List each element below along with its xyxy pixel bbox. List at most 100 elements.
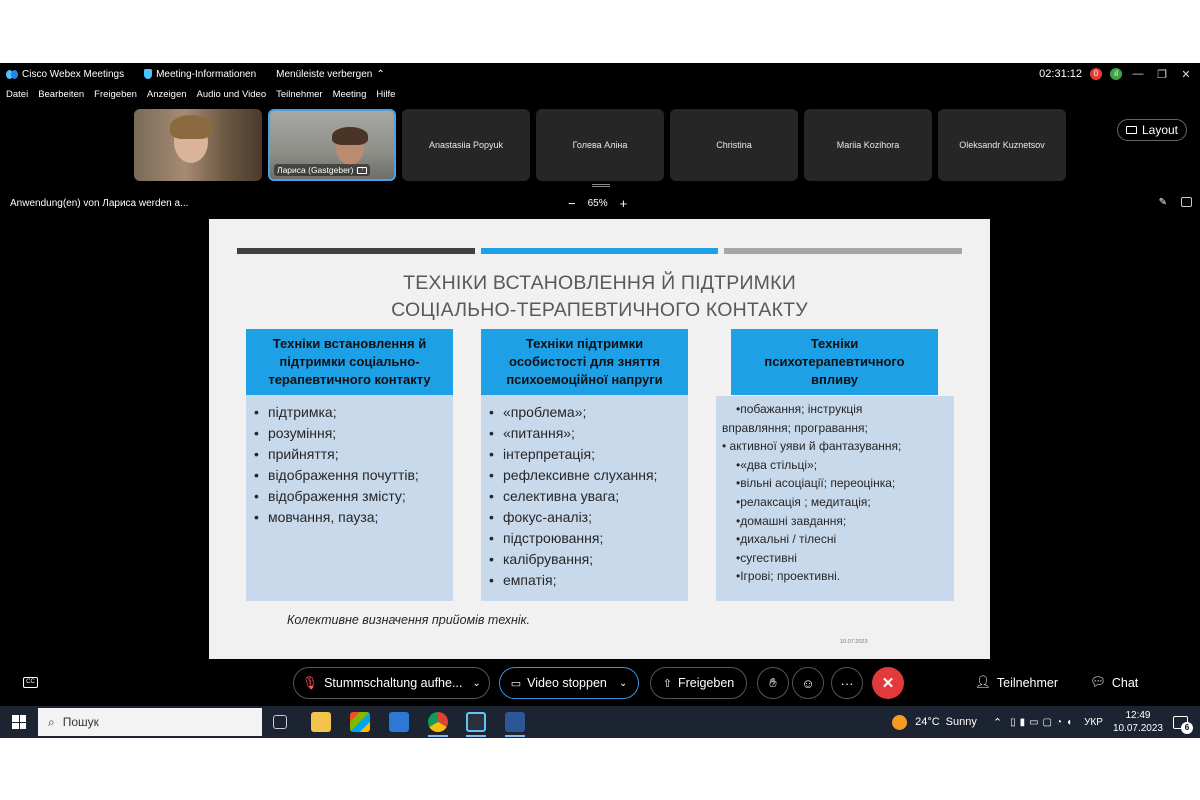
participant-tile[interactable]: Голева Аліна	[536, 109, 664, 181]
weather-temp[interactable]: 24°C	[915, 716, 940, 728]
notifications-icon[interactable]: 6	[1173, 715, 1193, 734]
list-item: розуміння;	[246, 423, 453, 444]
list-item: підтримка;	[246, 402, 453, 423]
menu-datei[interactable]: Datei	[6, 89, 28, 105]
tray-chevron-icon[interactable]: ⌃	[993, 716, 1002, 729]
webex-window: Cisco Webex Meetings Meeting-Information…	[0, 63, 1200, 738]
technique-line: •релаксація ; медитація;	[736, 494, 871, 509]
language-indicator[interactable]: УКР	[1084, 717, 1103, 728]
layout-button[interactable]: Layout	[1117, 119, 1187, 141]
unmute-button[interactable]: 🎙︎ Stummschaltung aufhe... ⌄	[293, 667, 490, 699]
webex-taskbar-icon[interactable]	[466, 712, 486, 732]
mail-icon[interactable]	[389, 712, 409, 732]
annotate-icon[interactable]: ✎	[1159, 197, 1167, 208]
store-icon[interactable]	[350, 712, 370, 732]
menu-teilnehmer[interactable]: Teilnehmer	[276, 89, 322, 105]
participant-video-host[interactable]: Лариса (Gastgeber) ↑	[268, 109, 396, 181]
more-icon: ···	[840, 675, 854, 691]
slide-bar-gray	[724, 248, 962, 254]
chat-label: Chat	[1111, 675, 1139, 690]
end-meeting-button[interactable]: ✕	[872, 667, 904, 699]
share-button[interactable]: ⇧ Freigeben	[650, 667, 747, 699]
camera-icon: ▭	[510, 677, 522, 690]
stop-video-button[interactable]: ▭ Video stoppen ⌄	[499, 667, 639, 699]
chrome-icon[interactable]	[428, 712, 448, 732]
technique-line: •«два стільці»;	[736, 457, 818, 472]
shield-icon	[144, 69, 153, 79]
technique-line: • активної уяви й фантазування;	[722, 439, 902, 454]
technique-list: «проблема»; «питання»; інтерпретація; ре…	[481, 402, 688, 591]
more-options-button[interactable]: ···	[831, 667, 863, 699]
column-heading: Техніки підтримки особистості для зняття…	[481, 329, 688, 395]
participant-name: Christina	[716, 140, 752, 150]
heading-line: впливу	[811, 372, 858, 387]
chrome-active-indicator	[428, 735, 448, 737]
participants-button[interactable]: 👤︎ Teilnehmer	[975, 675, 1058, 690]
weather-text[interactable]: Sunny	[946, 716, 977, 728]
hide-menu-label: Menüleiste verbergen	[276, 68, 373, 80]
menu-meeting[interactable]: Meeting	[333, 89, 367, 105]
weather-sun-icon	[892, 714, 908, 730]
participant-tile[interactable]: Oleksandr Kuznetsov	[938, 109, 1066, 181]
list-item: фокус-аналіз;	[481, 507, 688, 528]
meeting-info-label: Meeting-Informationen	[156, 68, 257, 80]
zoom-out-button[interactable]: −	[568, 196, 576, 211]
slide-title-line: ТЕХНІКИ ВСТАНОВЛЕННЯ Й ПІДТРИМКИ	[403, 272, 796, 294]
word-icon[interactable]	[505, 712, 525, 732]
meeting-info-button[interactable]: Meeting-Informationen	[144, 69, 256, 80]
taskbar-search[interactable]: ⌕ Пошук	[38, 708, 262, 736]
task-view-icon[interactable]	[273, 715, 287, 729]
list-item: прийняття;	[246, 444, 453, 465]
tray-icons[interactable]: ▯▮▭▢◔◖	[1010, 717, 1076, 728]
menu-anzeigen[interactable]: Anzeigen	[147, 89, 187, 105]
share-tools: ✎	[1159, 197, 1192, 208]
heading-line: Техніки підтримки	[525, 336, 644, 351]
minimize-button[interactable]: —	[1130, 68, 1146, 80]
heading-line: Техніки встановлення й	[272, 336, 427, 351]
close-icon: ✕	[881, 675, 895, 692]
list-item: емпатія;	[481, 570, 688, 591]
strip-resize-handle[interactable]	[592, 184, 610, 187]
participant-name: Oleksandr Kuznetsov	[959, 140, 1045, 150]
raise-hand-button[interactable]: ✋︎	[757, 667, 789, 699]
windows-start-icon[interactable]	[12, 715, 26, 729]
system-tray: 24°C Sunny ⌃ ▯▮▭▢◔◖ УКР 12:49 10.07.2023…	[892, 706, 1200, 738]
menu-bearbeiten[interactable]: Bearbeiten	[38, 89, 84, 105]
participant-video-self[interactable]	[134, 109, 262, 181]
participant-name: Голева Аліна	[572, 140, 628, 150]
file-explorer-icon[interactable]	[311, 712, 331, 732]
popout-icon[interactable]	[1181, 197, 1192, 207]
notification-count: 6	[1181, 721, 1193, 734]
participant-name: Mariia Kozihora	[836, 140, 900, 150]
captions-icon[interactable]: CC	[23, 677, 38, 688]
clock-date: 10.07.2023	[1112, 723, 1163, 734]
restore-button[interactable]: ❐	[1154, 68, 1170, 81]
hide-menu-button[interactable]: Menüleiste verbergen ⌃	[276, 69, 385, 80]
layout-label: Layout	[1141, 123, 1179, 137]
connection-signal-icon[interactable]: ıl	[1110, 68, 1122, 80]
participant-strip: Лариса (Gastgeber) ↑ Anastasiia Popyuk Г…	[134, 109, 1066, 181]
heading-line: підтримки соціально-	[279, 354, 420, 369]
technique-line: •вільні асоціації; переоцінка;	[736, 476, 896, 491]
search-icon: ⌕	[48, 714, 55, 729]
heading-line: психоемоційної напруги	[506, 372, 663, 387]
taskbar-clock[interactable]: 12:49 10.07.2023	[1113, 709, 1163, 735]
list-item: калібрування;	[481, 549, 688, 570]
zoom-level: 65%	[587, 198, 608, 209]
slide-bar-dark	[237, 248, 475, 254]
participant-tile[interactable]: Anastasiia Popyuk	[402, 109, 530, 181]
heading-line: особистості для зняття	[509, 354, 660, 369]
participant-tile[interactable]: Christina	[670, 109, 798, 181]
close-window-button[interactable]: ✕	[1178, 68, 1194, 81]
list-item: підстроювання;	[481, 528, 688, 549]
menu-hilfe[interactable]: Hilfe	[376, 89, 395, 105]
unmute-label: Stummschaltung aufhe...	[324, 676, 463, 690]
recording-badge[interactable]: 0	[1090, 68, 1102, 80]
zoom-in-button[interactable]: +	[620, 196, 628, 211]
slide-caption: Колективне визначення прийомів технік.	[287, 613, 531, 627]
reactions-button[interactable]: ☺	[792, 667, 824, 699]
participant-tile[interactable]: Mariia Kozihora	[804, 109, 932, 181]
menu-audio-video[interactable]: Audio und Video	[197, 89, 267, 105]
chat-button[interactable]: 💬︎ Chat	[1090, 675, 1138, 690]
menu-freigeben[interactable]: Freigeben	[94, 89, 137, 105]
